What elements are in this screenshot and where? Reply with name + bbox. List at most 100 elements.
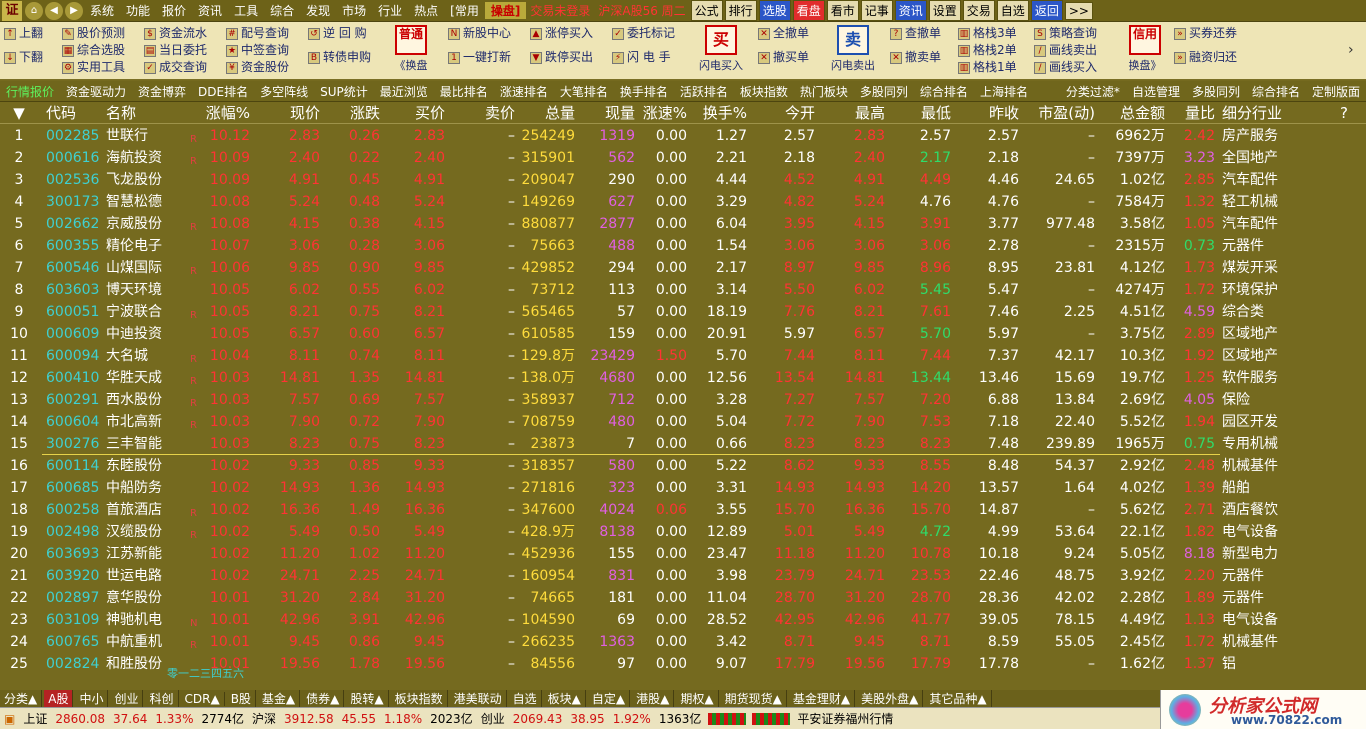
menu-market[interactable]: 市场	[336, 2, 372, 19]
btn-trade[interactable]: 交易	[962, 0, 995, 21]
flash-buy-button[interactable]: 买 闪电买入	[696, 25, 746, 77]
header-pct[interactable]: 涨幅%	[196, 102, 250, 124]
tab-10[interactable]: 换手排名	[614, 83, 674, 100]
menu-quote[interactable]: 报价	[156, 2, 192, 19]
table-row[interactable]: 10 000609 中迪投资 10.05 6.57 0.60 6.57–610585 159 0…	[0, 323, 1366, 345]
cell-code[interactable]: 600094	[46, 345, 106, 367]
cell-name[interactable]: 海航投资	[106, 147, 190, 169]
cell-name[interactable]: 智慧松德	[106, 191, 190, 213]
table-row[interactable]: 5 002662 京威股份 R 10.08 4.15 0.38 4.15–880877 2877…	[0, 213, 1366, 235]
line-buy-button[interactable]: / 画线买入	[1034, 59, 1097, 76]
header-code[interactable]: 代码	[46, 102, 106, 124]
cell-name[interactable]: 中船防务	[106, 477, 190, 499]
cell-code[interactable]: 300276	[46, 433, 106, 455]
cancel-sell-button[interactable]: ✕ 撤卖单	[890, 49, 941, 66]
funds-shares-button[interactable]: ¥ 资金股份	[226, 59, 289, 76]
allot-query-button[interactable]: # 配号查询	[226, 25, 289, 42]
menu-system[interactable]: 系统	[84, 2, 120, 19]
category-tab-11[interactable]: 港美联动	[450, 690, 507, 707]
cell-code[interactable]: 300173	[46, 191, 106, 213]
tab-21[interactable]: 综合排名	[1246, 83, 1306, 100]
tab-5[interactable]: SUP统计	[314, 83, 374, 100]
cell-name[interactable]: 意华股份	[106, 587, 190, 609]
check-cancel-button[interactable]: ? 查撤单	[890, 25, 941, 42]
header-open[interactable]: 今开	[747, 102, 815, 124]
tab-0[interactable]: 行情报价	[0, 83, 60, 100]
menu-industry[interactable]: 行业	[372, 2, 408, 19]
deal-query-button[interactable]: ✓ 成交查询	[144, 59, 207, 76]
cell-code[interactable]: 600546	[46, 257, 106, 279]
cell-code[interactable]: 002498	[46, 521, 106, 543]
tab-19[interactable]: 自选管理	[1126, 83, 1186, 100]
tab-2[interactable]: 资金博弈	[132, 83, 192, 100]
cancel-all-button[interactable]: ✕ 全撤单	[758, 25, 809, 42]
btn-more[interactable]: >>	[1064, 1, 1093, 20]
table-row[interactable]: 13 600291 西水股份 R 10.03 7.57 0.69 7.57–358937 712…	[0, 389, 1366, 411]
tab-11[interactable]: 活跃排名	[674, 83, 734, 100]
cell-code[interactable]: 002285	[46, 125, 106, 147]
tab-15[interactable]: 综合排名	[914, 83, 974, 100]
header-amount[interactable]: 总金额	[1095, 102, 1165, 124]
buy-return-button[interactable]: » 买券还券	[1174, 25, 1237, 42]
limit-up-buy-button[interactable]: ▲ 涨停买入	[530, 25, 593, 42]
cell-code[interactable]: 603693	[46, 543, 106, 565]
cell-name[interactable]: 西水股份	[106, 389, 190, 411]
app-logo[interactable]: 证	[2, 0, 22, 21]
order-mark-button[interactable]: ✓ 委托标记	[612, 25, 675, 42]
category-tab-8[interactable]: 债券▲	[302, 690, 345, 707]
menu-hotspot[interactable]: 热点	[408, 2, 444, 19]
header-name[interactable]: 名称	[106, 102, 190, 124]
btn-formula[interactable]: 公式	[690, 0, 723, 21]
lottery-query-button[interactable]: ★ 中签查询	[226, 42, 289, 59]
category-tab-12[interactable]: 自选	[509, 690, 542, 707]
tab-12[interactable]: 板块指数	[734, 83, 794, 100]
table-row[interactable]: 19 002498 汉缆股份 R 10.02 5.49 0.50 5.49–428.9万 813…	[0, 521, 1366, 543]
forward-icon[interactable]: ▶	[65, 1, 83, 20]
one-click-ipo-button[interactable]: 1 一键打新	[448, 49, 511, 66]
btn-notes[interactable]: 记事	[860, 0, 893, 21]
strategy-query-button[interactable]: S 策略查询	[1034, 25, 1097, 42]
table-row[interactable]: 21 603920 世运电路 10.02 24.71 2.25 24.71 –160954 83…	[0, 565, 1366, 587]
category-tab-10[interactable]: 板块指数	[391, 690, 448, 707]
cell-code[interactable]: 000609	[46, 323, 106, 345]
table-row[interactable]: 20 603693 江苏新能 10.02 11.20 1.02 11.20 –452936 15…	[0, 543, 1366, 565]
header-speed[interactable]: 涨速%	[635, 102, 687, 124]
cell-code[interactable]: 002536	[46, 169, 106, 191]
cell-name[interactable]: 世联行	[106, 125, 190, 147]
cell-name[interactable]: 中迪投资	[106, 323, 190, 345]
grid-3-button[interactable]: ▥ 格栈3单	[958, 25, 1017, 42]
category-tab-14[interactable]: 自定▲	[588, 690, 631, 707]
cell-code[interactable]: 000616	[46, 147, 106, 169]
category-tab-1[interactable]: A股	[44, 690, 74, 707]
btn-favorites[interactable]: 自选	[996, 0, 1029, 21]
tab-18[interactable]: 分类过滤*	[1060, 83, 1126, 100]
table-row[interactable]: 12 600410 华胜天成 R 10.03 14.81 1.35 14.81–138.0万 4…	[0, 367, 1366, 389]
category-tab-18[interactable]: 基金理财▲	[789, 690, 856, 707]
line-sell-button[interactable]: / 画线卖出	[1034, 42, 1097, 59]
hs-label[interactable]: 沪深	[248, 710, 280, 727]
grid-1-button[interactable]: ▥ 格栈1单	[958, 59, 1017, 76]
table-row[interactable]: 2 000616 海航投资 R 10.09 2.40 0.22 2.40–315901 562 0…	[0, 147, 1366, 169]
btn-settings[interactable]: 设置	[928, 0, 961, 21]
toolbar-expand-icon[interactable]: ›	[1348, 42, 1362, 58]
tab-6[interactable]: 最近浏览	[374, 83, 434, 100]
limit-down-sell-button[interactable]: ▼ 跌停买出	[530, 49, 593, 66]
header-volume-ratio[interactable]: 量比	[1165, 102, 1215, 124]
category-tab-17[interactable]: 期货现货▲	[721, 690, 787, 707]
page-up-button[interactable]: ↑ 上翻	[4, 25, 43, 42]
category-tab-9[interactable]: 股转▲	[346, 690, 389, 707]
cell-name[interactable]: 大名城	[106, 345, 190, 367]
menu-discover[interactable]: 发现	[300, 2, 336, 19]
table-row[interactable]: 23 603109 神驰机电 N 10.01 42.96 3.91 42.96–104590 6…	[0, 609, 1366, 631]
table-row[interactable]: 16 600114 东睦股份 10.02 9.33 0.85 9.33 –318357 580 0…	[0, 455, 1366, 477]
tab-7[interactable]: 最比排名	[434, 83, 494, 100]
table-row[interactable]: 6 600355 精伦电子 10.07 3.06 0.28 3.06–75663 488 0.0…	[0, 235, 1366, 257]
tab-8[interactable]: 涨速排名	[494, 83, 554, 100]
btn-news[interactable]: 资讯	[894, 0, 927, 21]
cell-name[interactable]: 首旅酒店	[106, 499, 190, 521]
financing-return-button[interactable]: » 融资归还	[1174, 49, 1237, 66]
tab-20[interactable]: 多股同列	[1186, 83, 1246, 100]
table-row[interactable]: 7 600546 山煤国际 R 10.06 9.85 0.90 9.85–429852 294 0…	[0, 257, 1366, 279]
flash-hand-button[interactable]: ⚡ 闪 电 手	[612, 49, 675, 66]
cancel-buy-button[interactable]: ✕ 撤买单	[758, 49, 809, 66]
